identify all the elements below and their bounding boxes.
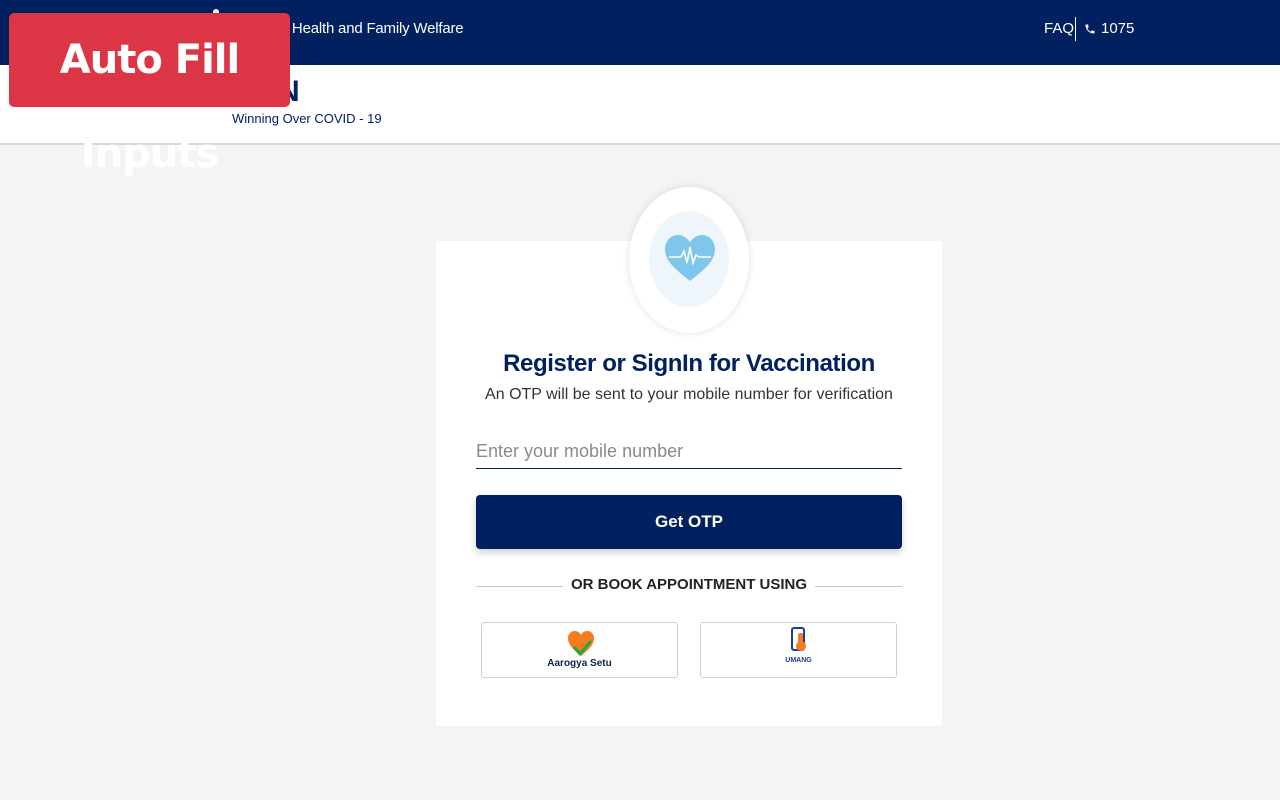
auto-fill-badge: Auto Fill Inputs (9, 13, 290, 177)
mobile-number-input[interactable] (476, 434, 902, 469)
divider-line-left (476, 586, 563, 587)
heart-pulse-icon (665, 235, 715, 281)
login-title: Register or SignIn for Vaccination (503, 350, 875, 377)
site-tagline: Winning Over COVID - 19 (232, 111, 382, 126)
navbar-divider (1075, 17, 1076, 41)
ministry-title: f Health and Family Welfare (284, 20, 464, 37)
helpline-number: 1075 (1101, 20, 1135, 37)
phone-icon (1085, 24, 1095, 33)
aarogya-setu-label: Aarogya Setu (547, 658, 612, 669)
faq-link[interactable]: FAQ (1044, 20, 1074, 37)
book-appointment-divider: OR BOOK APPOINTMENT USING (570, 576, 808, 593)
aarogya-setu-button[interactable]: Aarogya Setu (481, 622, 678, 678)
umang-label: UMANG (785, 657, 812, 664)
umang-button[interactable]: UMANG (700, 622, 897, 678)
heart-logo-background (649, 211, 729, 307)
helpline-link[interactable]: 1075 (1084, 20, 1134, 37)
aarogya-heart-icon (568, 631, 594, 656)
heart-logo-circle (629, 187, 749, 333)
divider-line-right (815, 586, 902, 587)
get-otp-button[interactable]: Get OTP (476, 495, 902, 549)
umang-phone-icon (791, 627, 806, 651)
login-subtitle: An OTP will be sent to your mobile numbe… (485, 386, 893, 403)
